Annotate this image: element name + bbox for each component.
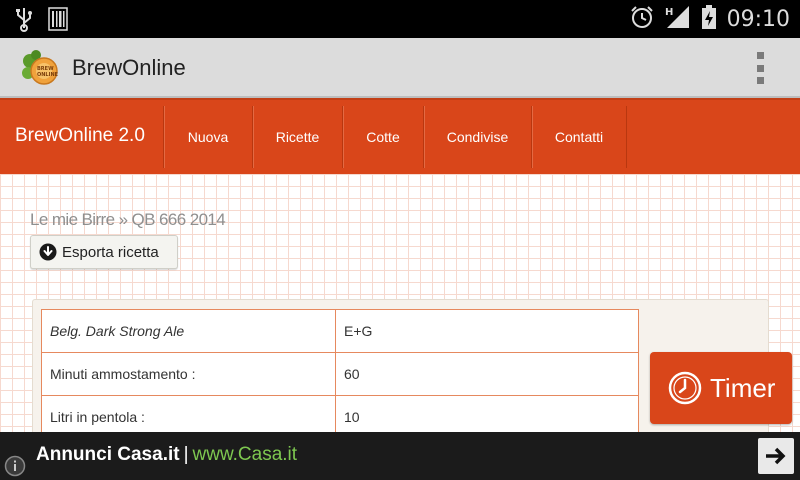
clock-icon (668, 371, 702, 405)
nav-item-condivise[interactable]: Condivise (423, 106, 531, 168)
battery-charging-icon (701, 4, 717, 35)
site-nav: BrewOnline 2.0 Nuova Ricette Cotte Condi… (0, 98, 800, 174)
app-title: BrewOnline (72, 55, 186, 80)
breadcrumb: Le mie Birre » QB 666 2014 (30, 210, 226, 229)
nav-item-nuova[interactable]: Nuova (163, 106, 252, 168)
action-bar: BREW ONLINE BrewOnline (0, 38, 800, 98)
export-recipe-button[interactable]: Esporta ricetta (30, 235, 178, 269)
overflow-menu-icon[interactable] (754, 52, 766, 84)
recipe-table: Belg. Dark Strong Ale E+G Minuti ammosta… (41, 309, 639, 439)
alarm-icon (629, 4, 655, 35)
ad-title: Annunci Casa.it (36, 444, 180, 465)
site-brand[interactable]: BrewOnline 2.0 (15, 125, 145, 147)
nav-menu: Nuova Ricette Cotte Condivise Contatti (163, 106, 627, 168)
ad-separator: | (183, 444, 189, 465)
mash-minutes-value: 60 (335, 352, 639, 396)
timer-button[interactable]: Timer (650, 352, 792, 424)
signal-h-icon: H (665, 4, 691, 35)
nav-item-cotte[interactable]: Cotte (342, 106, 423, 168)
status-bar: H 09:10 (0, 0, 800, 38)
svg-text:H: H (665, 7, 673, 18)
nav-item-contatti[interactable]: Contatti (531, 106, 627, 168)
recipe-style: Belg. Dark Strong Ale (41, 309, 336, 353)
nav-item-ricette[interactable]: Ricette (252, 106, 342, 168)
arrow-right-icon[interactable] (758, 438, 794, 474)
svg-text:ONLINE: ONLINE (37, 72, 59, 78)
recipe-style-value: E+G (335, 309, 639, 353)
usb-icon (14, 6, 34, 37)
ad-url[interactable]: www.Casa.it (193, 444, 298, 465)
timer-label: Timer (710, 372, 776, 403)
mash-minutes-label: Minuti ammostamento : (41, 352, 336, 396)
export-recipe-label: Esporta ricetta (62, 243, 159, 261)
barcode-icon (48, 6, 68, 37)
status-time: 09:10 (726, 6, 790, 32)
ad-banner[interactable]: Annunci Casa.it | www.Casa.it (0, 432, 800, 480)
download-circle-icon (39, 243, 57, 261)
table-row: Belg. Dark Strong Ale E+G (41, 309, 639, 353)
table-row: Minuti ammostamento : 60 (41, 352, 639, 396)
brewonline-logo-icon[interactable]: BREW ONLINE (20, 49, 60, 87)
ad-text[interactable]: Annunci Casa.it | www.Casa.it (36, 444, 297, 466)
info-icon[interactable] (4, 455, 26, 477)
